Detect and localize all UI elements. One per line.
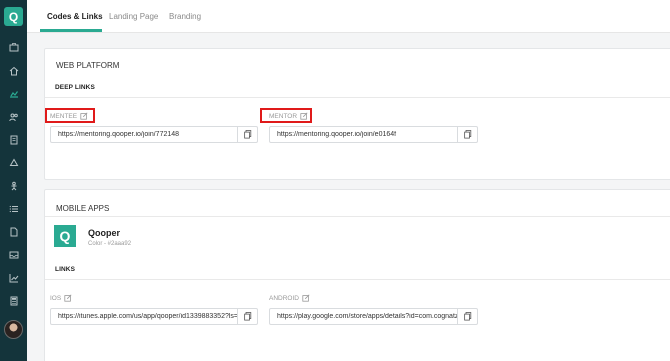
copy-icon (463, 312, 471, 321)
ios-url-field[interactable]: https://itunes.apple.com/us/app/qooper/i… (50, 308, 258, 325)
mentee-url-field[interactable]: https://mentoring.qooper.io/join/772148 (50, 126, 258, 143)
android-label-text: ANDROID (269, 294, 299, 302)
web-platform-title: WEB PLATFORM (56, 61, 120, 70)
copy-icon (463, 130, 471, 139)
app-logo: Q (54, 225, 76, 247)
trend-icon[interactable] (8, 272, 19, 283)
mentor-label: MENTOR (269, 112, 308, 120)
person-icon[interactable] (8, 180, 19, 191)
divider (45, 216, 670, 217)
inbox-icon[interactable] (8, 249, 19, 260)
file-icon[interactable] (8, 226, 19, 237)
user-avatar[interactable] (4, 320, 23, 339)
mobile-apps-card: MOBILE APPS Q Qooper Color - #2aaa92 LIN… (44, 189, 670, 361)
mentee-url-text[interactable]: https://mentoring.qooper.io/join/772148 (51, 131, 237, 138)
ios-label-text: IOS (50, 294, 62, 302)
app-name: Qooper (88, 228, 121, 238)
tab-branding[interactable]: Branding (169, 12, 201, 21)
chart-icon[interactable] (8, 88, 19, 99)
copy-ios-button[interactable] (237, 309, 257, 324)
briefcase-icon[interactable] (8, 41, 19, 52)
android-label: ANDROID (269, 294, 310, 302)
ios-label: IOS (50, 294, 72, 302)
edit-icon[interactable] (64, 294, 72, 302)
mentor-url-field[interactable]: https://mentoring.qooper.io/join/e0164f (269, 126, 478, 143)
links-label: LINKS (55, 266, 75, 273)
mentee-label: MENTEE (50, 112, 88, 120)
people-icon[interactable] (8, 111, 19, 122)
copy-icon (243, 130, 251, 139)
tab-bar: Codes & Links Landing Page Branding (27, 0, 670, 33)
android-url-field[interactable]: https://play.google.com/store/apps/detai… (269, 308, 478, 325)
mentor-label-text: MENTOR (269, 112, 298, 120)
document-icon[interactable] (8, 134, 19, 145)
tab-landing-page[interactable]: Landing Page (109, 12, 158, 21)
edit-icon[interactable] (302, 294, 310, 302)
tab-codes-links[interactable]: Codes & Links (47, 12, 103, 21)
edit-icon[interactable] (80, 112, 88, 120)
divider (45, 97, 670, 98)
copy-android-button[interactable] (457, 309, 477, 324)
sidebar: Q (0, 0, 27, 361)
active-tab-indicator (40, 29, 102, 32)
divider (45, 279, 670, 280)
deep-links-label: DEEP LINKS (55, 84, 95, 91)
app-color: Color - #2aaa92 (88, 241, 132, 247)
copy-icon (243, 312, 251, 321)
android-url-text[interactable]: https://play.google.com/store/apps/detai… (270, 313, 457, 320)
edit-icon[interactable] (300, 112, 308, 120)
recycle-icon[interactable] (8, 157, 19, 168)
calculator-icon[interactable] (8, 295, 19, 306)
home-icon[interactable] (8, 65, 19, 76)
mobile-apps-title: MOBILE APPS (56, 204, 110, 213)
mentor-url-text[interactable]: https://mentoring.qooper.io/join/e0164f (270, 131, 457, 138)
qooper-logo[interactable]: Q (4, 7, 23, 26)
copy-mentee-button[interactable] (237, 127, 257, 142)
ios-url-text[interactable]: https://itunes.apple.com/us/app/qooper/i… (51, 313, 237, 320)
web-platform-card: WEB PLATFORM DEEP LINKS MENTEE https://m… (44, 48, 670, 180)
list-icon[interactable] (8, 203, 19, 214)
copy-mentor-button[interactable] (457, 127, 477, 142)
mentee-label-text: MENTEE (50, 112, 78, 120)
